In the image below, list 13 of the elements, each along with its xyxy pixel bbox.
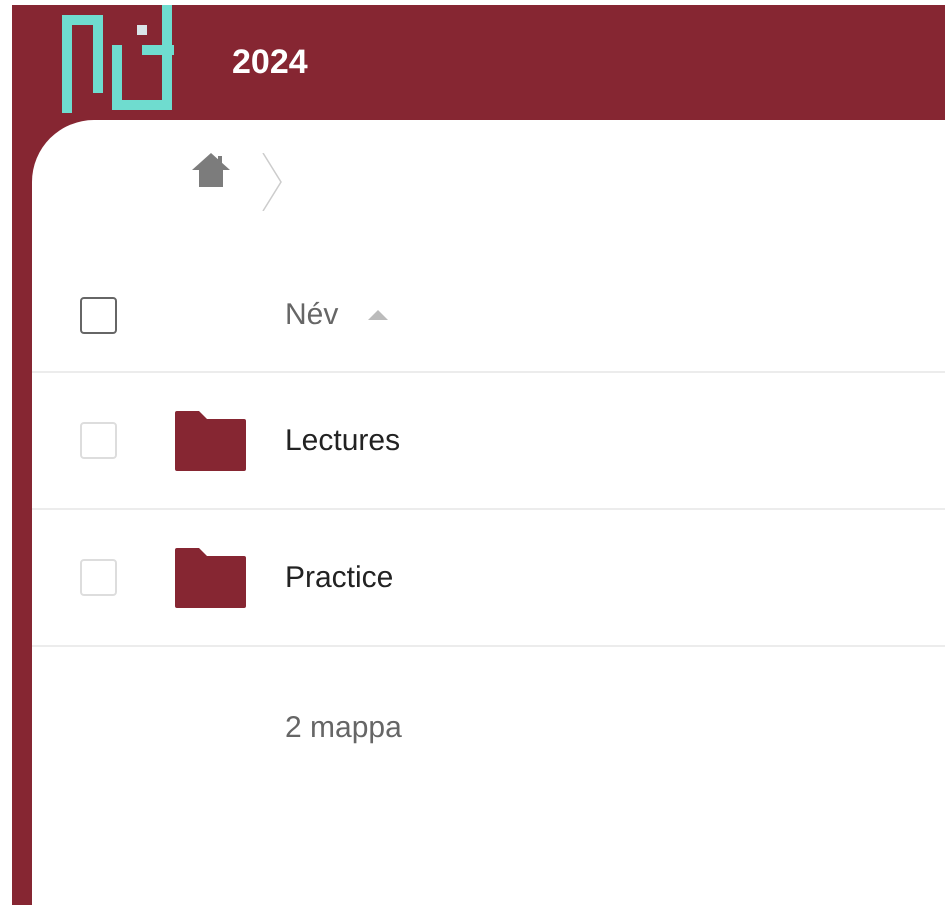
folder-name[interactable]: Practice xyxy=(285,560,394,594)
folder-icon xyxy=(175,548,246,608)
header-title: 2024 xyxy=(232,43,308,82)
home-icon[interactable] xyxy=(192,153,230,187)
row-checkbox[interactable] xyxy=(80,422,117,459)
select-all-checkbox[interactable] xyxy=(80,296,117,334)
folder-count: 2 mappa xyxy=(285,711,402,744)
folder-name[interactable]: Lectures xyxy=(285,424,400,458)
name-column-header[interactable]: Név xyxy=(285,298,388,332)
row-checkbox[interactable] xyxy=(80,559,117,596)
folder-icon xyxy=(175,410,246,470)
logo-icon xyxy=(62,5,174,113)
chevron-icon xyxy=(262,153,282,211)
